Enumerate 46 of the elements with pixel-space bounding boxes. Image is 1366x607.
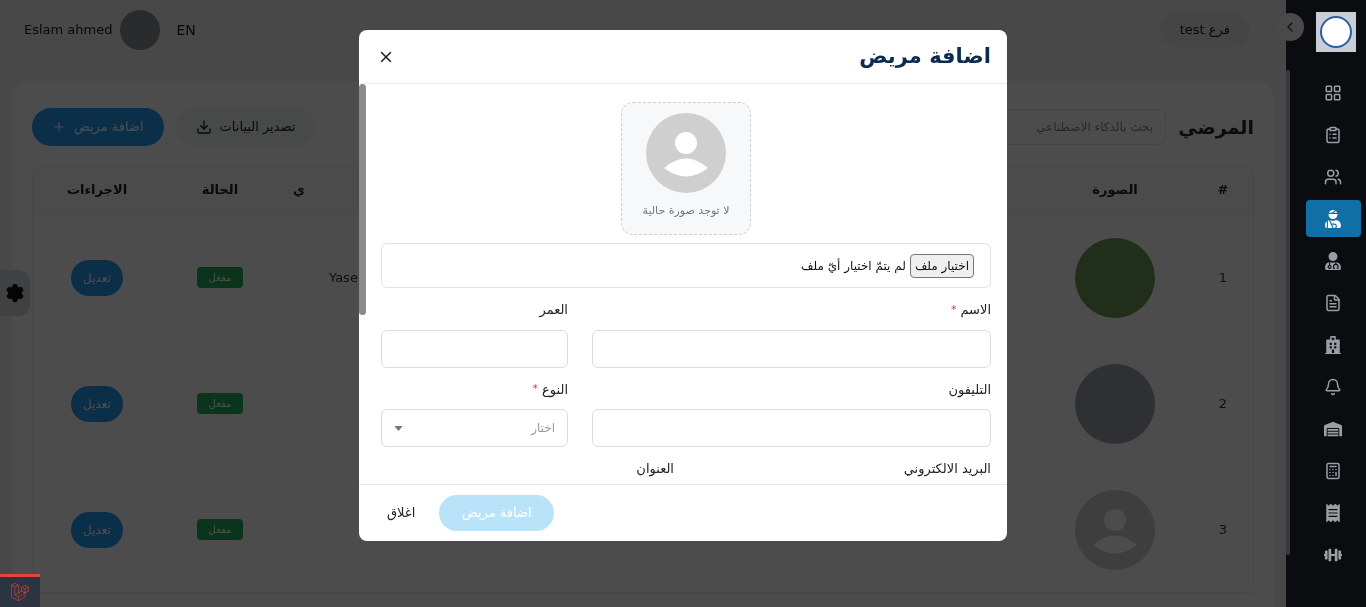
laravel-badge[interactable] xyxy=(0,574,40,607)
sidebar-item[interactable] xyxy=(1305,200,1361,237)
laravel-icon xyxy=(11,583,29,601)
row-number: 3 xyxy=(1218,520,1228,539)
text-field[interactable] xyxy=(592,409,991,447)
field-label: البريد الالكتروني xyxy=(903,460,991,479)
cancel-button[interactable]: اغلاق xyxy=(387,503,416,523)
user-name: Eslam ahmed xyxy=(24,21,113,40)
receipt-icon xyxy=(1324,503,1342,522)
column-header: الصورة xyxy=(1092,180,1138,199)
dropdown-caret-icon xyxy=(394,425,403,431)
field-label: العنوان xyxy=(636,460,674,479)
file-status: لم يتمّ اختيار أيّ ملف xyxy=(801,257,906,275)
logo xyxy=(1316,12,1356,52)
clipboard-icon xyxy=(1324,125,1342,144)
warehouse-icon xyxy=(1324,419,1342,438)
document-icon xyxy=(1324,293,1342,312)
patient-icon xyxy=(1324,209,1342,228)
patient-name: Yase xyxy=(329,268,358,287)
column-header: الاجراءات xyxy=(66,180,128,199)
field-label: الاسم xyxy=(960,301,991,320)
required-mark: * xyxy=(950,301,957,318)
image-upload-area[interactable]: لا توجد صورة حالية xyxy=(621,102,751,235)
bell-icon xyxy=(1324,377,1342,396)
choose-file-button[interactable]: اختيار ملف xyxy=(909,253,974,278)
calculator-icon xyxy=(1324,461,1342,480)
required-mark: * xyxy=(532,381,539,397)
building-icon xyxy=(1324,335,1342,354)
text-field[interactable] xyxy=(381,329,568,368)
field-label: التليفون xyxy=(948,380,991,399)
field-label: النوع xyxy=(542,380,568,399)
row-number: 2 xyxy=(1218,394,1228,413)
grid-icon xyxy=(1324,83,1342,102)
column-header: ي xyxy=(293,180,305,199)
row-number: 1 xyxy=(1218,268,1228,287)
doctor-icon xyxy=(1324,251,1342,270)
column-header: الحالة xyxy=(201,180,239,199)
users-icon xyxy=(1324,167,1342,186)
modal-title: اضافة مريض xyxy=(859,42,991,70)
select-field[interactable]: اختار xyxy=(381,409,568,447)
column-header: # xyxy=(1217,180,1229,199)
page-title: المرضي xyxy=(1178,114,1254,141)
file-input[interactable]: اختيار ملف لم يتمّ اختيار أيّ ملف xyxy=(381,243,991,288)
field-label: العمر xyxy=(539,301,568,320)
text-field[interactable] xyxy=(592,329,991,368)
image-caption: لا توجد صورة حالية xyxy=(642,203,730,219)
